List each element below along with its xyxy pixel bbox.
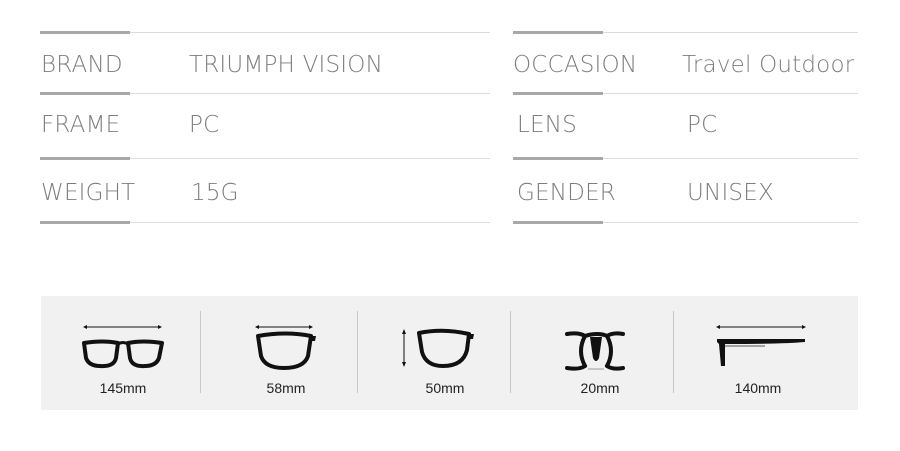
bridge-width-value: 20mm bbox=[580, 380, 620, 396]
divider-accent bbox=[40, 92, 130, 95]
occasion-value: Travel Outdoor bbox=[682, 52, 855, 78]
divider-accent bbox=[40, 157, 130, 160]
divider bbox=[130, 32, 490, 33]
divider bbox=[603, 158, 858, 159]
divider-accent bbox=[513, 157, 603, 160]
frame-width-icon bbox=[82, 325, 164, 369]
divider-accent bbox=[513, 221, 603, 224]
occasion-label: OCCASION bbox=[513, 52, 638, 78]
lens-width-icon bbox=[255, 325, 316, 370]
divider bbox=[603, 93, 858, 94]
divider-accent bbox=[40, 221, 130, 224]
divider bbox=[603, 222, 858, 223]
lens-width-value: 58mm bbox=[266, 380, 306, 396]
divider bbox=[130, 93, 490, 94]
lens-height-value: 50mm bbox=[425, 380, 465, 396]
temple-length-value: 140mm bbox=[734, 380, 782, 396]
lens-label: LENS bbox=[517, 112, 577, 138]
gender-value: UNISEX bbox=[687, 180, 774, 206]
divider bbox=[603, 32, 858, 33]
lens-value: PC bbox=[687, 112, 718, 138]
weight-label: WEIGHT bbox=[41, 180, 136, 206]
panel-divider bbox=[357, 311, 358, 393]
frame-value: PC bbox=[189, 112, 220, 138]
measurement-panel: 145mm 58mm 50mm 20mm 140mm bbox=[41, 296, 858, 410]
divider-accent bbox=[513, 31, 603, 34]
gender-label: GENDER bbox=[517, 180, 616, 206]
divider bbox=[130, 222, 490, 223]
lens-height-icon bbox=[402, 328, 474, 368]
brand-value: TRIUMPH VISION bbox=[189, 52, 383, 78]
divider-accent bbox=[40, 31, 130, 34]
divider-accent bbox=[513, 92, 603, 95]
panel-divider bbox=[673, 311, 674, 393]
divider bbox=[130, 158, 490, 159]
panel-divider bbox=[200, 311, 201, 393]
frame-width-value: 145mm bbox=[99, 380, 147, 396]
brand-label: BRAND bbox=[41, 52, 123, 78]
temple-length-icon bbox=[716, 325, 806, 366]
panel-divider bbox=[510, 311, 511, 393]
bridge-width-icon bbox=[565, 331, 625, 371]
frame-label: FRAME bbox=[41, 112, 121, 138]
weight-value: 15G bbox=[191, 180, 239, 206]
